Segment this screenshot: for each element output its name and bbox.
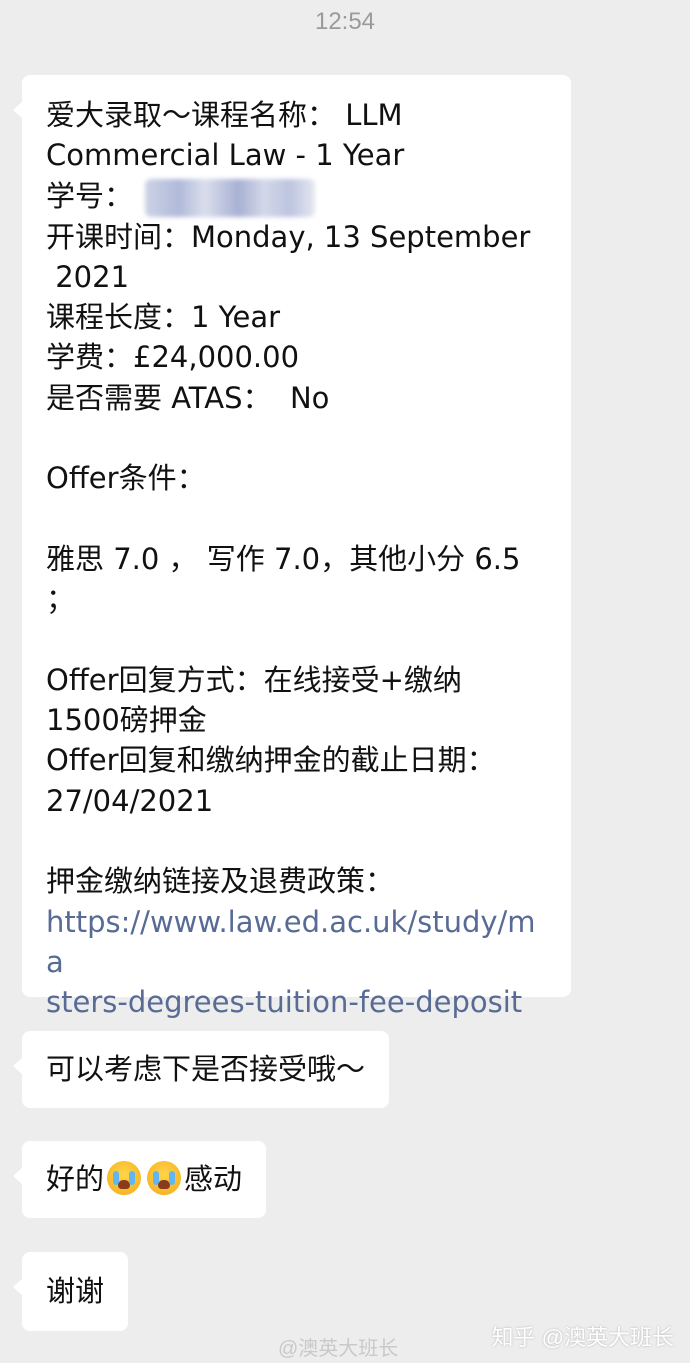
message-bubble-thank-you[interactable]: 谢谢 xyxy=(12,1252,129,1331)
ielts-requirement-end: ； xyxy=(46,582,76,617)
ielts-requirement-line: 雅思 7.0 ， 写作 7.0，其他小分 6.5 xyxy=(46,541,521,576)
message-text: 谢谢 xyxy=(46,1274,105,1308)
tuition-line: 学费：£24,000.00 xyxy=(46,340,300,375)
student-id-label: 学号： xyxy=(46,178,134,213)
redacted-student-id xyxy=(145,178,316,217)
message-suffix: 感动 xyxy=(184,1162,243,1196)
student-id-line: 学号： xyxy=(46,176,547,217)
loudly-crying-face-icon xyxy=(107,1161,142,1195)
course-length-line: 课程长度：1 Year xyxy=(46,300,281,335)
message-text: 好的 感动 xyxy=(46,1159,242,1199)
message-prefix: 好的 xyxy=(46,1162,105,1196)
deposit-link-heading: 押金缴纳链接及退费政策： xyxy=(46,864,395,899)
deadline-date-line: 27/04/2021 xyxy=(46,783,214,818)
offer-conditions-heading: Offer条件： xyxy=(46,461,206,496)
message-text: 可以考虑下是否接受哦～ xyxy=(46,1052,366,1086)
course-name-continued: Commercial Law - 1 Year xyxy=(46,138,405,173)
message-bubble-consider[interactable]: 可以考虑下是否接受哦～ xyxy=(12,1031,390,1108)
atas-line: 是否需要 ATAS： No xyxy=(46,380,330,415)
message-bubble-offer-details[interactable]: 爱大录取～课程名称： LLM Commercial Law - 1 Year 学… xyxy=(13,75,571,1019)
weibo-watermark: @澳英大班长 xyxy=(278,1338,399,1360)
deposit-link-part1[interactable]: https://www.law.ed.ac.uk/study/ma xyxy=(46,902,547,983)
deposit-amount-line: 1500磅押金 xyxy=(46,703,207,738)
loudly-crying-face-icon xyxy=(147,1161,182,1195)
deposit-link-part2[interactable]: sters-degrees-tuition-fee-deposit xyxy=(46,982,547,1022)
message-bubble-thanks-moved[interactable]: 好的 感动 xyxy=(12,1141,267,1218)
timestamp: 12:54 xyxy=(314,8,376,35)
course-name-line: 爱大录取～课程名称： LLM xyxy=(46,98,403,132)
start-date-line: 开课时间：Monday, 13 September xyxy=(46,219,531,254)
start-date-year: 2021 xyxy=(46,259,130,294)
zhihu-watermark: 知乎 @澳英大班长 xyxy=(491,1325,674,1350)
offer-reply-method-line: Offer回复方式：在线接受+缴纳 xyxy=(46,662,462,697)
deadline-label-line: Offer回复和缴纳押金的截止日期： xyxy=(46,743,496,778)
